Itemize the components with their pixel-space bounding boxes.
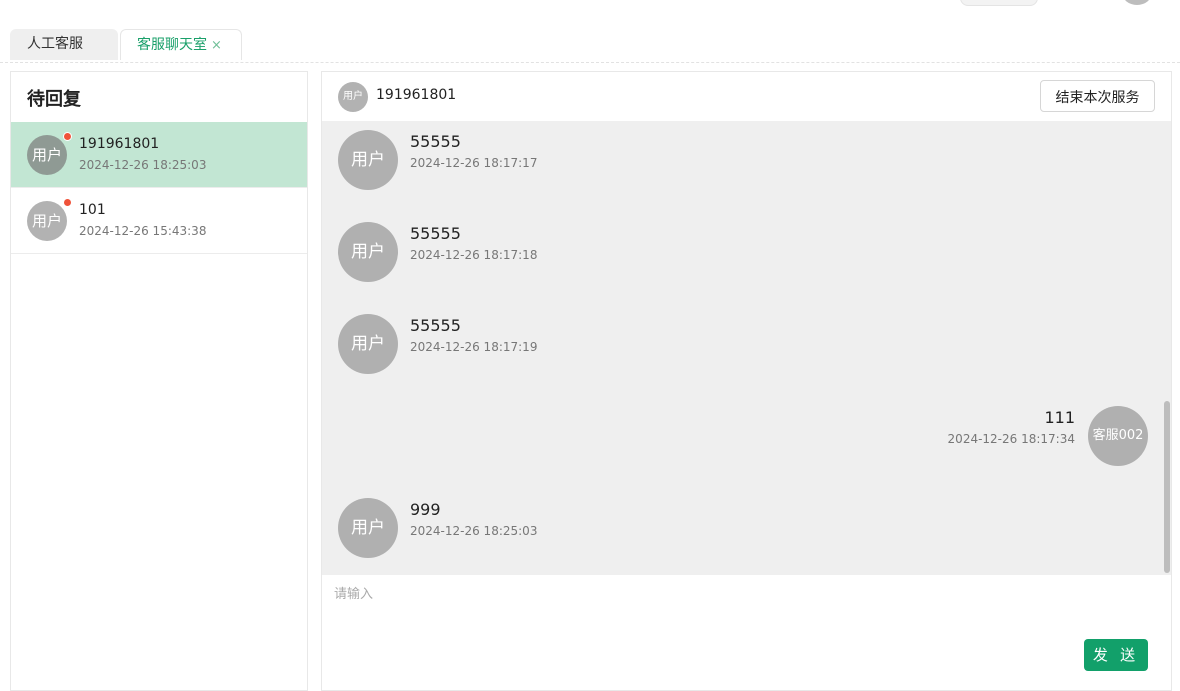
tab-chat-room[interactable]: 客服聊天室 × (120, 29, 242, 60)
panel-title: 待回复 (27, 89, 81, 110)
conversation-time: 2024-12-26 18:25:03 (79, 158, 207, 172)
chat-user-name: 191961801 (376, 87, 457, 103)
top-bar (0, 0, 1180, 6)
tab-manual-service[interactable]: 人工客服 (10, 29, 118, 60)
message-item: 用户 55555 2024-12-26 18:17:19 (322, 314, 1171, 376)
tab-label: 客服聊天室 (137, 37, 207, 53)
message-time: 2024-12-26 18:17:19 (410, 340, 538, 354)
unread-dot-icon (63, 198, 72, 207)
message-text: 999 (410, 500, 441, 519)
toggle-switch[interactable] (960, 0, 1038, 6)
avatar: 客服002 (1088, 406, 1148, 466)
message-list[interactable]: 用户 55555 2024-12-26 18:17:17 用户 55555 20… (322, 121, 1171, 575)
conversation-name: 101 (79, 202, 106, 218)
message-time: 2024-12-26 18:25:03 (410, 524, 538, 538)
avatar: 用户 (338, 222, 398, 282)
avatar: 用户 (338, 314, 398, 374)
message-item: 用户 55555 2024-12-26 18:17:18 (322, 222, 1171, 284)
message-input[interactable] (322, 575, 1171, 635)
input-area: 发 送 (322, 575, 1171, 690)
chat-header: 用户 191961801 结束本次服务 (322, 72, 1171, 121)
tab-label: 人工客服 (27, 36, 83, 52)
close-icon[interactable]: × (211, 38, 222, 53)
avatar: 用户 (338, 130, 398, 190)
message-scrollbar[interactable] (1164, 401, 1170, 573)
unread-dot-icon (63, 132, 72, 141)
conversation-name: 191961801 (79, 136, 160, 152)
message-item: 客服002 111 2024-12-26 18:17:34 (322, 406, 1171, 468)
message-item: 用户 55555 2024-12-26 18:17:17 (322, 130, 1171, 192)
avatar: 用户 (338, 498, 398, 558)
message-text: 55555 (410, 224, 461, 243)
send-button[interactable]: 发 送 (1084, 639, 1148, 671)
message-time: 2024-12-26 18:17:18 (410, 248, 538, 262)
message-item: 用户 999 2024-12-26 18:25:03 (322, 498, 1171, 560)
tab-bar: 人工客服 客服聊天室 × (0, 28, 1180, 63)
message-text: 55555 (410, 132, 461, 151)
conversation-item[interactable]: 用户 191961801 2024-12-26 18:25:03 (11, 122, 307, 188)
message-time: 2024-12-26 18:17:34 (947, 432, 1075, 446)
user-avatar[interactable] (1122, 0, 1152, 5)
end-service-button[interactable]: 结束本次服务 (1040, 80, 1155, 112)
message-text: 111 (1044, 408, 1075, 427)
message-time: 2024-12-26 18:17:17 (410, 156, 538, 170)
message-text: 55555 (410, 316, 461, 335)
avatar: 用户 (27, 135, 67, 175)
chat-panel: 用户 191961801 结束本次服务 用户 55555 2024-12-26 … (321, 71, 1172, 691)
conversation-item[interactable]: 用户 101 2024-12-26 15:43:38 (11, 188, 307, 254)
conversation-time: 2024-12-26 15:43:38 (79, 224, 207, 238)
avatar: 用户 (338, 82, 368, 112)
avatar: 用户 (27, 201, 67, 241)
pending-reply-panel: 待回复 用户 191961801 2024-12-26 18:25:03 用户 … (10, 71, 308, 691)
